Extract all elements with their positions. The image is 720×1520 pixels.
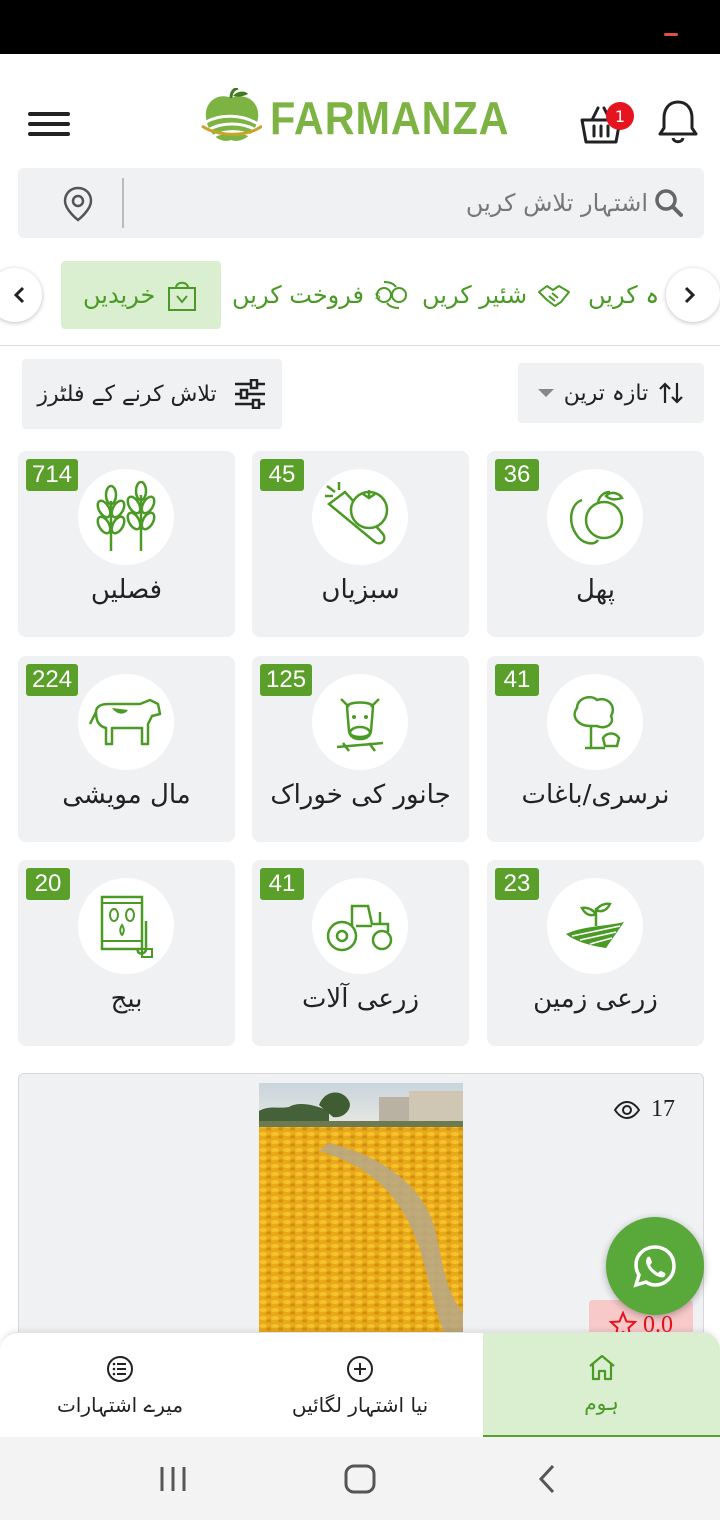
status-indicator (664, 33, 678, 36)
tab-buy[interactable]: خریدیں (61, 261, 222, 329)
filter-label: تلاش کرنے کے فلٹرز (37, 381, 217, 407)
category-card-farmland[interactable]: 23 زرعی زمین (487, 860, 704, 1046)
nav-my-ads[interactable]: میرے اشتہارات (0, 1333, 240, 1437)
home-icon (588, 1354, 615, 1381)
app-header: FARMANZA 1 (0, 54, 720, 166)
bell-icon (658, 100, 698, 144)
recent-apps-icon[interactable] (158, 1465, 188, 1493)
category-label: پھل (576, 575, 615, 605)
app-name: FARMANZA (270, 92, 510, 144)
whatsapp-icon (633, 1245, 676, 1288)
category-count-badge: 41 (260, 868, 304, 900)
category-label: زرعی آلات (301, 984, 420, 1014)
category-count-badge: 45 (260, 459, 304, 491)
nav-label: ہوم (584, 1391, 619, 1415)
animal-feed-icon (312, 674, 408, 770)
vegetables-icon (312, 469, 408, 565)
category-count-badge: 41 (495, 664, 539, 696)
search-icon[interactable] (654, 188, 684, 218)
category-card-animal-feed[interactable]: 125 جانور کی خوراک (252, 656, 469, 842)
search-filters-button[interactable]: تلاش کرنے کے فلٹرز (22, 359, 282, 429)
category-label: بیج (110, 984, 143, 1014)
shopping-bag-icon (168, 281, 197, 311)
tractor-icon (312, 878, 408, 974)
chevron-down-icon (537, 389, 554, 397)
sort-dropdown[interactable]: تازہ ترین (518, 363, 704, 423)
list-icon (107, 1355, 133, 1382)
farmland-icon (547, 878, 643, 974)
nursery-tree-icon (547, 674, 643, 770)
sort-label: تازہ ترین (563, 380, 649, 406)
category-label: زرعی زمین (533, 984, 658, 1014)
category-count-badge: 36 (495, 459, 539, 491)
category-label: مال مویشی (62, 780, 191, 810)
category-card-vegetables[interactable]: 45 سبزیاں (252, 451, 469, 637)
tab-label: شئیر کریں (422, 281, 528, 309)
listing-card[interactable]: 17 0.0 (18, 1073, 704, 1363)
eye-icon (613, 1100, 641, 1119)
notifications-button[interactable] (656, 98, 702, 148)
listing-image (259, 1083, 463, 1343)
fruit-icon (547, 469, 643, 565)
app-logo: FARMANZA (200, 86, 536, 150)
cow-icon (78, 674, 174, 770)
category-count-badge: 23 (495, 868, 539, 900)
tab-label: ہ کریں (588, 281, 660, 309)
category-card-livestock[interactable]: 224 مال مویشی (18, 656, 235, 842)
chevron-left-icon (13, 286, 25, 304)
tab-partial[interactable]: ہ کریں (588, 261, 659, 329)
scroll-right-button[interactable] (666, 268, 720, 322)
category-count-badge: 125 (260, 664, 313, 696)
farm-logo-icon (201, 88, 262, 141)
home-button-icon[interactable] (344, 1464, 376, 1494)
wheat-icon (78, 469, 174, 565)
seed-bag-icon (78, 878, 174, 974)
location-pin-icon[interactable] (62, 186, 94, 222)
plus-circle-icon (347, 1355, 373, 1382)
nav-label: نیا اشتہار لگائیں (291, 1392, 429, 1417)
cart-count-badge: 1 (606, 102, 634, 130)
search-divider (122, 178, 124, 228)
status-bar (0, 0, 720, 54)
chevron-right-icon (684, 286, 696, 304)
category-card-seeds[interactable]: 20 بیج (18, 860, 235, 1046)
category-card-nursery[interactable]: 41 نرسری/باغات (487, 656, 704, 842)
category-label: فصلیں (90, 575, 163, 605)
tab-label: فروخت کریں (232, 281, 364, 309)
category-card-crops[interactable]: 714 فصلیں (18, 451, 235, 637)
category-label: نرسری/باغات (521, 780, 670, 810)
category-label: جانور کی خوراک (270, 780, 451, 810)
svg-text:$: $ (375, 291, 381, 302)
search-input[interactable] (128, 176, 648, 230)
section-divider (0, 345, 720, 346)
tab-share[interactable]: شئیر کریں (422, 261, 571, 329)
sliders-icon (234, 379, 265, 409)
whatsapp-button[interactable] (606, 1217, 704, 1315)
money-exchange-icon: $ (375, 281, 407, 309)
bottom-nav: میرے اشتہارات نیا اشتہار لگائیں ہوم (0, 1332, 720, 1437)
view-count: 17 (613, 1096, 675, 1123)
tab-sell[interactable]: $ فروخت کریں (232, 261, 408, 329)
nav-post-ad[interactable]: نیا اشتہار لگائیں (240, 1333, 480, 1437)
category-count-badge: 714 (26, 459, 79, 491)
view-count-value: 17 (651, 1096, 675, 1122)
category-count-badge: 224 (26, 664, 79, 696)
nav-home[interactable]: ہوم (483, 1333, 720, 1437)
search-bar (18, 168, 704, 238)
handshake-icon (538, 285, 571, 307)
scroll-left-button[interactable] (0, 268, 42, 322)
tab-label: خریدیں (83, 281, 156, 309)
nav-label: میرے اشتہارات (56, 1392, 184, 1417)
back-icon[interactable] (536, 1464, 558, 1494)
action-tabs: ہ کریں شئیر کریں $ فروخت کریں خریدیں (0, 252, 720, 338)
category-card-farm-equipment[interactable]: 41 زرعی آلات (252, 860, 469, 1046)
menu-button[interactable] (28, 112, 70, 142)
category-label: سبزیاں (321, 575, 400, 605)
category-card-fruits[interactable]: 36 پھل (487, 451, 704, 637)
system-nav-bar (0, 1437, 720, 1520)
sort-arrows-icon (659, 382, 684, 404)
category-count-badge: 20 (26, 868, 70, 900)
